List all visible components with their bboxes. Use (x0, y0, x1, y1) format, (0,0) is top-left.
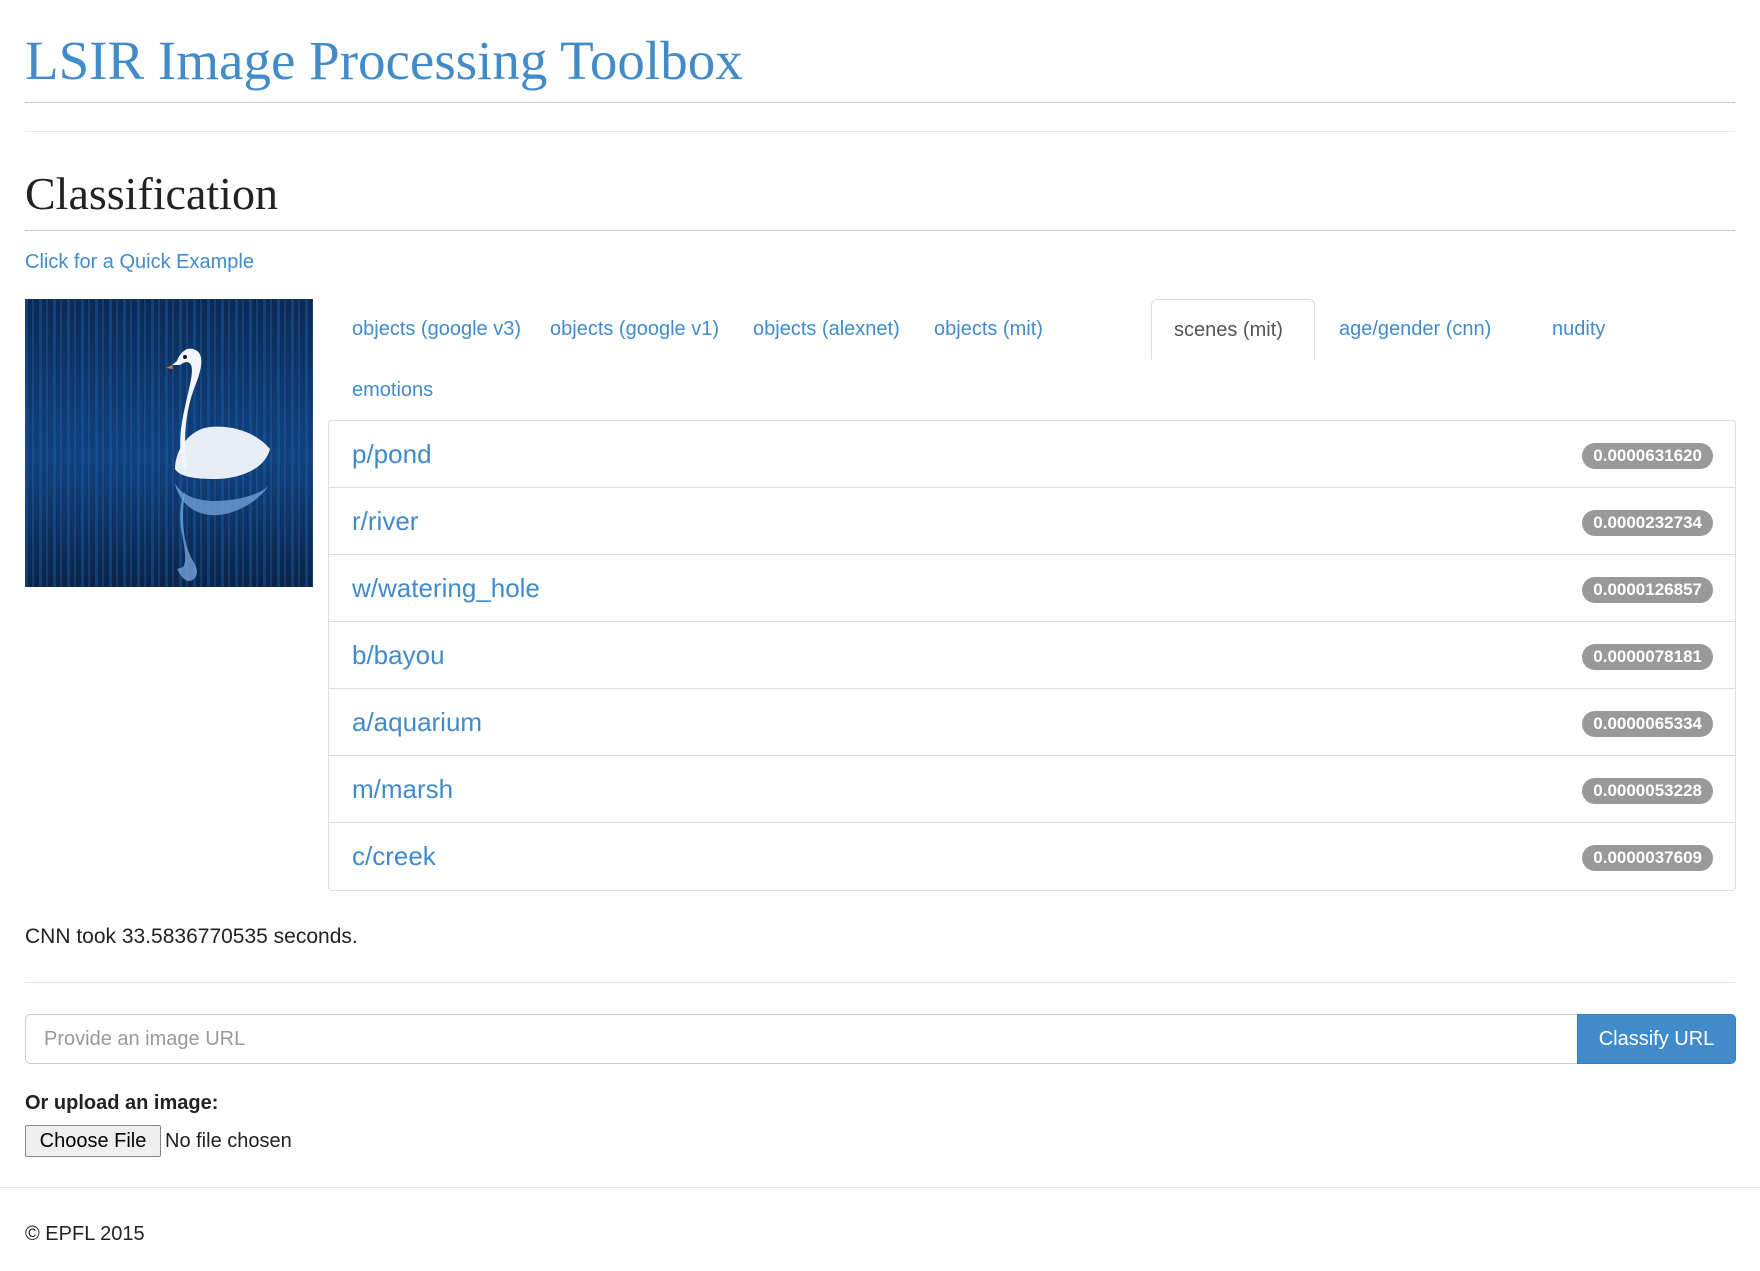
result-row: w/watering_hole 0.0000126857 (329, 555, 1735, 622)
tab-objects-mit[interactable]: objects (mit) (911, 299, 1066, 360)
score-badge: 0.0000232734 (1582, 510, 1713, 536)
tab-nudity[interactable]: nudity (1529, 299, 1628, 360)
score-badge: 0.0000037609 (1582, 845, 1713, 871)
result-label[interactable]: m/marsh (352, 756, 453, 822)
classify-url-button[interactable]: Classify URL (1577, 1014, 1736, 1064)
tab-objects-google-v3[interactable]: objects (google v3) (329, 299, 544, 360)
tab-emotions[interactable]: emotions (329, 360, 456, 421)
quick-example-link[interactable]: Click for a Quick Example (25, 248, 254, 276)
score-badge: 0.0000126857 (1582, 577, 1713, 603)
tab-objects-alexnet[interactable]: objects (alexnet) (730, 299, 923, 360)
form-divider (25, 982, 1735, 983)
upload-label: Or upload an image: (25, 1092, 219, 1114)
page: LSIR Image Processing Toolbox Classifica… (0, 0, 1760, 1271)
result-row: a/aquarium 0.0000065334 (329, 689, 1735, 756)
result-label[interactable]: p/pond (352, 421, 432, 487)
result-label[interactable]: b/bayou (352, 622, 445, 688)
processing-time-text: CNN took 33.5836770535 seconds. (25, 925, 358, 948)
result-label[interactable]: a/aquarium (352, 689, 482, 755)
result-row: m/marsh 0.0000053228 (329, 756, 1735, 823)
result-label[interactable]: r/river (352, 488, 418, 554)
result-row: c/creek 0.0000037609 (329, 823, 1735, 890)
file-status-text: No file chosen (165, 1130, 292, 1152)
result-row: r/river 0.0000232734 (329, 488, 1735, 555)
swan-thumbnail-image (25, 299, 313, 587)
result-label[interactable]: w/watering_hole (352, 555, 540, 621)
tab-age-gender-cnn[interactable]: age/gender (cnn) (1316, 299, 1514, 360)
result-row: b/bayou 0.0000078181 (329, 622, 1735, 689)
score-badge: 0.0000053228 (1582, 778, 1713, 804)
choose-file-button[interactable]: Choose File (25, 1125, 161, 1157)
footer-divider (0, 1187, 1760, 1188)
score-badge: 0.0000065334 (1582, 711, 1713, 737)
tab-scenes-mit[interactable]: scenes (mit) (1151, 299, 1315, 360)
tab-objects-google-v1[interactable]: objects (google v1) (527, 299, 742, 360)
header-divider (25, 131, 1735, 132)
page-title: LSIR Image Processing Toolbox (25, 30, 743, 91)
footer-copyright: © EPFL 2015 (25, 1223, 145, 1245)
results-list: p/pond 0.0000631620 r/river 0.0000232734… (328, 420, 1736, 891)
model-tabs: objects (google v3) objects (google v1) … (329, 299, 1735, 421)
score-badge: 0.0000631620 (1582, 443, 1713, 469)
score-badge: 0.0000078181 (1582, 644, 1713, 670)
title-divider (25, 102, 1735, 103)
image-url-input[interactable] (25, 1014, 1578, 1064)
result-label[interactable]: c/creek (352, 823, 436, 889)
section-divider (25, 230, 1735, 231)
section-title: Classification (25, 168, 278, 219)
result-row: p/pond 0.0000631620 (329, 421, 1735, 488)
